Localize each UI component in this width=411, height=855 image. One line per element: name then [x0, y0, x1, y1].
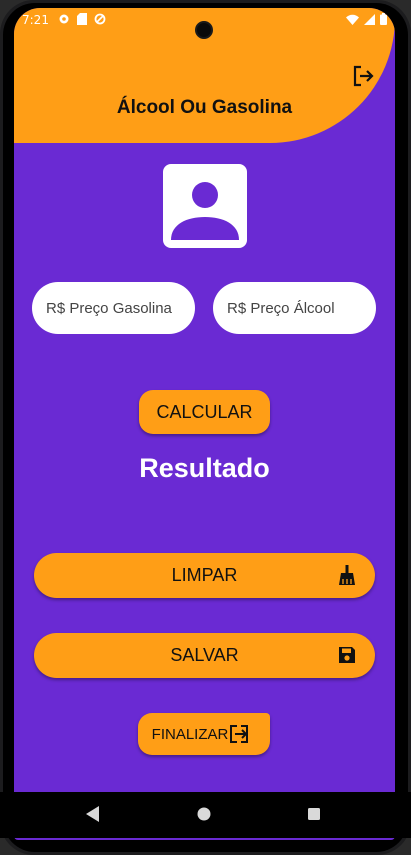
- back-icon[interactable]: [86, 806, 100, 822]
- sd-card-icon: [77, 13, 87, 25]
- status-icons-left: [58, 13, 106, 25]
- settings-icon: [59, 14, 69, 24]
- person-icon: [171, 182, 239, 240]
- calcular-button[interactable]: CALCULAR: [139, 390, 270, 434]
- alcool-price-input[interactable]: [213, 282, 376, 334]
- save-icon: [339, 647, 355, 663]
- status-time: 7:21: [22, 13, 49, 27]
- page-title: Álcool Ou Gasolina: [116, 97, 293, 118]
- wifi-icon: [346, 14, 359, 25]
- exit-icon: [230, 725, 249, 743]
- broom-icon: [339, 565, 355, 585]
- front-camera: [195, 21, 213, 39]
- finalizar-label: FINALIZAR: [151, 725, 229, 743]
- result-text: Resultado: [139, 453, 270, 483]
- avatar: [163, 164, 247, 248]
- status-icons-right: [346, 13, 387, 25]
- home-icon[interactable]: [197, 806, 211, 822]
- recents-icon[interactable]: [307, 806, 321, 822]
- phone-frame: Álcool Ou Gasolina 7:21 R$ Preço Gasolin…: [0, 0, 411, 855]
- salvar-label: SALVAR: [170, 645, 239, 665]
- limpar-button[interactable]: LIMPAR: [34, 553, 375, 598]
- finalizar-button[interactable]: FINALIZAR: [138, 713, 270, 755]
- navigation-bar: [0, 792, 411, 838]
- app-screen: Álcool Ou Gasolina 7:21 R$ Preço Gasolin…: [14, 8, 395, 840]
- signal-icon: [364, 13, 375, 25]
- gasolina-price-input[interactable]: [32, 282, 195, 334]
- salvar-button[interactable]: SALVAR: [34, 633, 375, 678]
- logout-button[interactable]: [349, 62, 377, 90]
- limpar-label: LIMPAR: [171, 565, 238, 585]
- logout-icon: [353, 65, 374, 87]
- calcular-label: CALCULAR: [156, 401, 253, 422]
- battery-icon: [380, 13, 387, 25]
- sync-icon: [94, 13, 106, 25]
